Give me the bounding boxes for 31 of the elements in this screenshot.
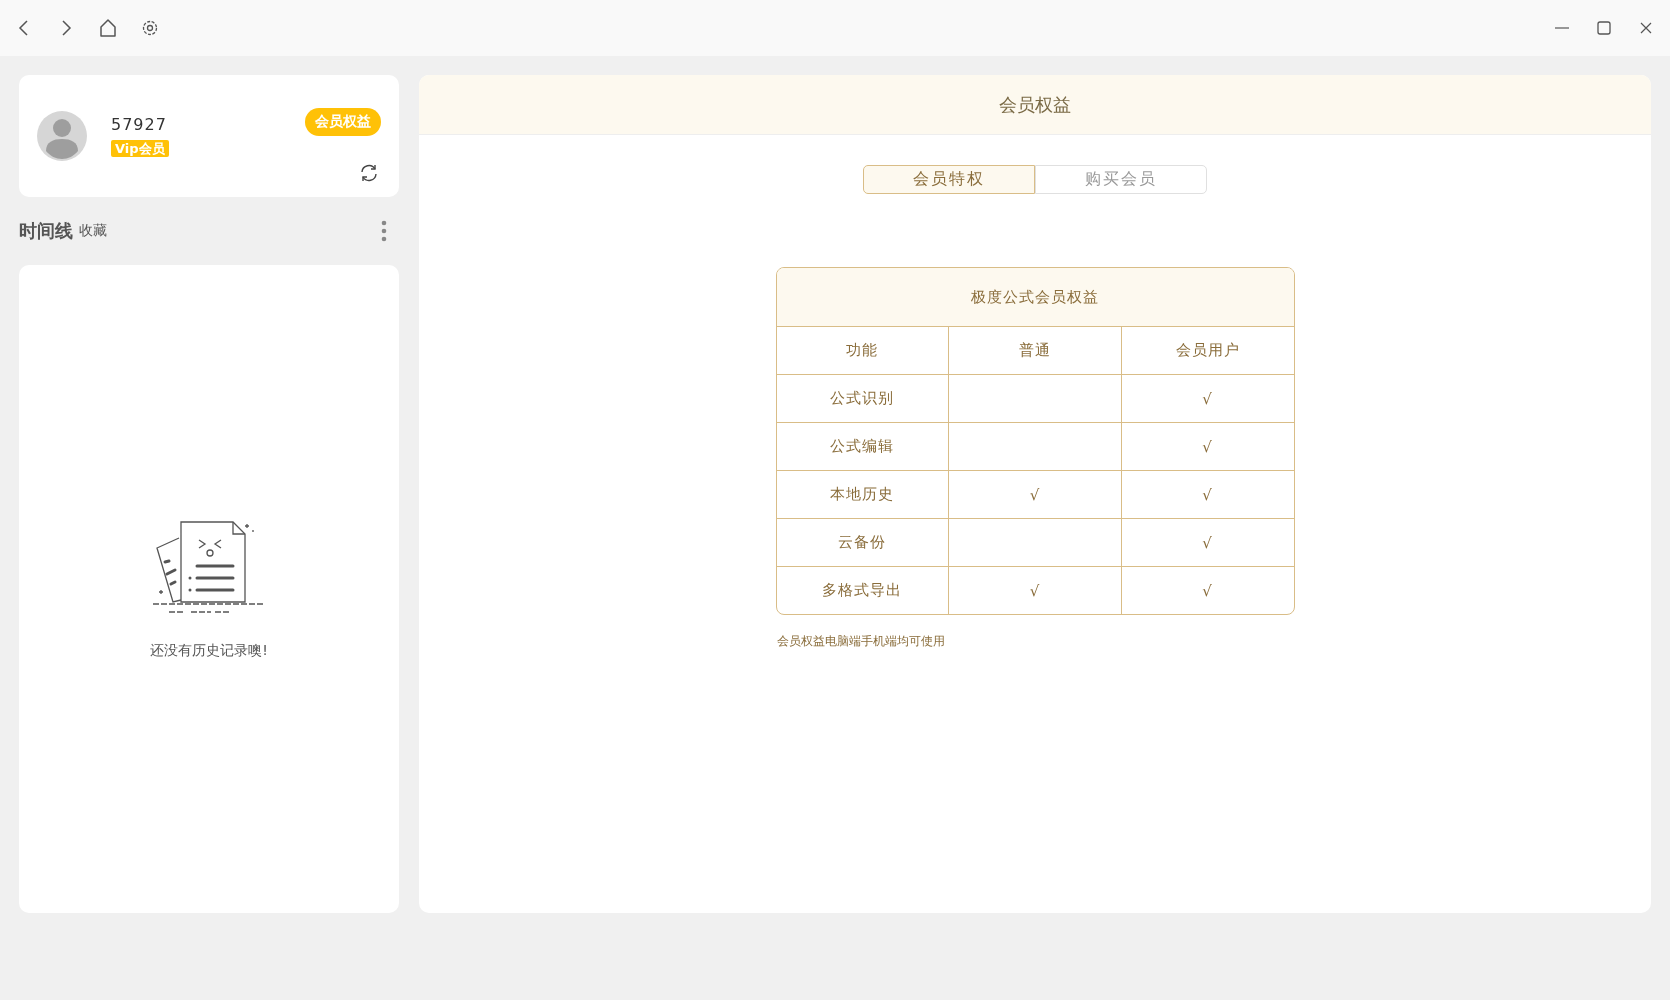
panel-title: 会员权益 xyxy=(419,75,1651,135)
check-mark: √ xyxy=(1202,485,1213,504)
check-mark: √ xyxy=(1029,581,1041,600)
check-mark: √ xyxy=(1202,437,1213,456)
panel-tab[interactable]: 购买会员 xyxy=(1035,165,1207,194)
home-icon[interactable] xyxy=(98,18,118,38)
panel-tab[interactable]: 会员特权 xyxy=(863,165,1035,194)
feature-name: 公式识别 xyxy=(830,389,895,408)
settings-icon[interactable] xyxy=(140,18,160,38)
empty-message: 还没有历史记录噢! xyxy=(150,642,268,660)
maximize-icon[interactable] xyxy=(1594,18,1614,38)
feature-name: 本地历史 xyxy=(830,485,895,504)
check-mark: √ xyxy=(1202,581,1213,600)
user-id: 57927 xyxy=(111,115,168,134)
feature-name: 云备份 xyxy=(838,533,887,552)
timeline-tab[interactable]: 收藏 xyxy=(79,222,107,240)
column-header: 普通 xyxy=(948,327,1122,375)
avatar-icon xyxy=(37,111,87,161)
column-header: 会员用户 xyxy=(1121,327,1294,375)
table-title: 极度公式会员权益 xyxy=(776,268,1294,327)
footnote: 会员权益电脑端手机端均可使用 xyxy=(777,633,945,650)
column-header: 功能 xyxy=(776,327,949,375)
check-mark: √ xyxy=(1029,485,1041,504)
feature-name: 多格式导出 xyxy=(822,581,903,600)
more-icon[interactable] xyxy=(381,220,387,242)
feature-name: 公式编辑 xyxy=(830,437,895,456)
timeline-tab[interactable]: 时间线 xyxy=(19,219,73,243)
vip-badge: Vip会员 xyxy=(111,140,169,157)
refresh-icon[interactable] xyxy=(359,163,379,183)
check-mark: √ xyxy=(1202,389,1213,408)
check-mark: √ xyxy=(1202,533,1213,552)
